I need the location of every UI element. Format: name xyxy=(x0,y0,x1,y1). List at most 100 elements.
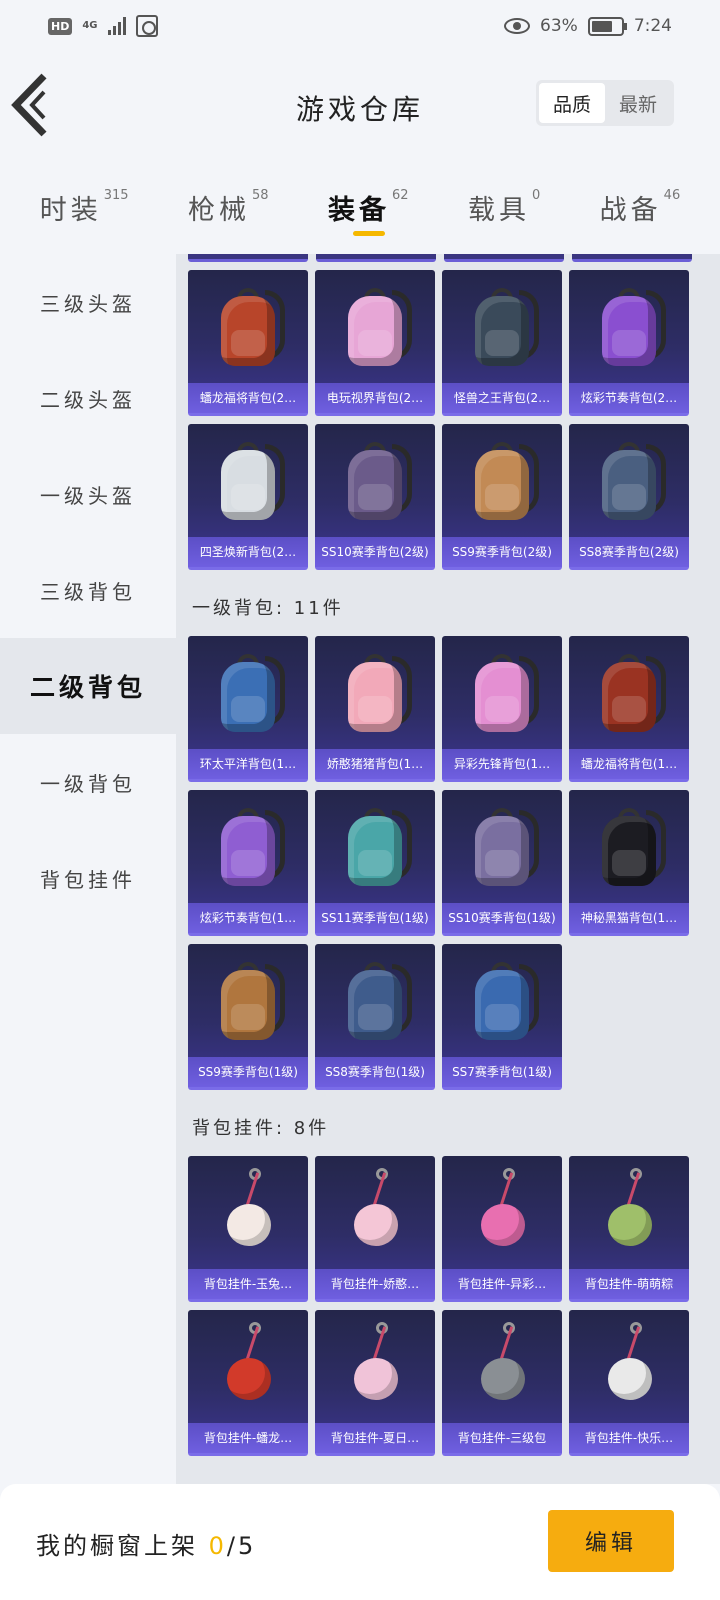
item-name: SS7赛季背包(1级) xyxy=(442,1057,562,1087)
item-card[interactable]: 神秘黑猫背包(1… xyxy=(569,790,689,936)
item-card[interactable]: SS9赛季背包(2级) xyxy=(442,424,562,570)
item-name: 炫彩节奏背包(1… xyxy=(188,903,308,933)
level1-backpack-grid: 环太平洋背包(1… 娇憨猪猪背包(1… 异彩先锋背包(1… 蟠龙福将背包(1… 炫彩节奏… xyxy=(188,636,689,1090)
item-card[interactable]: 背包挂件-娇憨… xyxy=(315,1156,435,1302)
item-card[interactable]: 背包挂件-夏日… xyxy=(315,1310,435,1456)
scrolled-row-stubs xyxy=(188,254,692,262)
card-stub xyxy=(572,254,692,262)
ss11-backpack-icon xyxy=(315,790,435,903)
tab-weapons[interactable]: 枪械 58 xyxy=(188,178,269,248)
item-card[interactable]: SS8赛季背包(2级) xyxy=(569,424,689,570)
item-card[interactable]: 异彩先锋背包(1… xyxy=(442,636,562,782)
item-card[interactable]: 蟠龙福将背包(2… xyxy=(188,270,308,416)
item-card[interactable]: SS8赛季背包(1级) xyxy=(315,944,435,1090)
ss8-backpack-icon xyxy=(315,944,435,1057)
item-card[interactable]: 怪兽之王背包(2… xyxy=(442,270,562,416)
sort-quality-button[interactable]: 品质 xyxy=(539,83,605,123)
tab-label: 时装 xyxy=(39,195,102,226)
item-card[interactable]: 四圣焕新背包(2… xyxy=(188,424,308,570)
item-name: 背包挂件-夏日… xyxy=(315,1423,435,1453)
item-card[interactable]: 蟠龙福将背包(1… xyxy=(569,636,689,782)
sidebar-item-level3-helmet[interactable]: 三级头盔 xyxy=(0,254,176,350)
dragon-backpack-icon xyxy=(188,270,308,383)
item-name: 蟠龙福将背包(2… xyxy=(188,383,308,413)
tab-label: 装备 xyxy=(327,195,390,226)
item-card[interactable]: SS10赛季背包(2级) xyxy=(315,424,435,570)
app-notification-icon xyxy=(135,15,158,37)
ss9-backpack-icon xyxy=(188,944,308,1057)
item-card[interactable]: 炫彩节奏背包(1… xyxy=(188,790,308,936)
item-card[interactable]: SS9赛季背包(1级) xyxy=(188,944,308,1090)
tab-vehicles[interactable]: 载具 0 xyxy=(468,178,540,248)
section-header-charms: 背包挂件: 8件 xyxy=(192,1114,329,1140)
status-bar: HD 4G 63% 7:24 xyxy=(0,0,720,52)
item-name: 背包挂件-异彩… xyxy=(442,1269,562,1299)
tab-label: 枪械 xyxy=(187,195,250,226)
section-count: : 11件 xyxy=(276,598,344,619)
sort-latest-button[interactable]: 最新 xyxy=(605,83,671,123)
clock: 7:24 xyxy=(633,16,672,36)
card-stub xyxy=(316,254,436,262)
item-list[interactable]: 蟠龙福将背包(2… 电玩视界背包(2… 怪兽之王背包(2… 炫彩节奏背包(2… 四圣焕新… xyxy=(176,254,720,1484)
tab-equipment[interactable]: 装备 62 xyxy=(328,178,409,248)
item-card[interactable]: SS10赛季背包(1级) xyxy=(442,790,562,936)
category-tabs: 时装 315 枪械 58 装备 62 载具 0 战备 46 xyxy=(0,178,720,248)
item-card[interactable]: 背包挂件-快乐… xyxy=(569,1310,689,1456)
sidebar-item-level1-helmet[interactable]: 一级头盔 xyxy=(0,446,176,542)
item-card[interactable]: 背包挂件-萌萌粽 xyxy=(569,1156,689,1302)
rhythm-backpack-icon xyxy=(188,790,308,903)
item-card[interactable]: 背包挂件-玉兔… xyxy=(188,1156,308,1302)
item-name: 怪兽之王背包(2… xyxy=(442,383,562,413)
item-name: 娇憨猪猪背包(1… xyxy=(315,749,435,779)
item-card[interactable]: 背包挂件-蟠龙… xyxy=(188,1310,308,1456)
item-name: 背包挂件-玉兔… xyxy=(188,1269,308,1299)
tab-label: 载具 xyxy=(467,195,530,226)
showcase-bar: 我的橱窗上架 0/5 编辑 xyxy=(0,1484,720,1600)
hd-badge: HD xyxy=(48,17,73,35)
showcase-used-count: 0 xyxy=(208,1532,227,1560)
battery-icon xyxy=(587,16,627,36)
sidebar-item-level1-backpack[interactable]: 一级背包 xyxy=(0,734,176,830)
card-stub xyxy=(188,254,308,262)
item-card[interactable]: SS7赛季背包(1级) xyxy=(442,944,562,1090)
item-name: SS8赛季背包(1级) xyxy=(315,1057,435,1087)
tab-count: 315 xyxy=(103,188,129,203)
item-name: SS9赛季背包(2级) xyxy=(442,537,562,567)
item-name: 异彩先锋背包(1… xyxy=(442,749,562,779)
section-header-level1: 一级背包: 11件 xyxy=(192,594,344,620)
vanguard-backpack-icon xyxy=(442,636,562,749)
level2-backpack-grid: 蟠龙福将背包(2… 电玩视界背包(2… 怪兽之王背包(2… 炫彩节奏背包(2… 四圣焕新… xyxy=(188,270,689,570)
ss8-backpack-icon xyxy=(569,424,689,537)
showcase-status: 我的橱窗上架 0/5 xyxy=(36,1526,256,1561)
dragon-charm-icon xyxy=(188,1310,308,1423)
item-name: 蟠龙福将背包(1… xyxy=(569,749,689,779)
ss9-backpack-icon xyxy=(442,424,562,537)
network-label: 4G xyxy=(82,20,98,31)
item-card[interactable]: 背包挂件-异彩… xyxy=(442,1156,562,1302)
backpack-charm-icon xyxy=(442,1310,562,1423)
item-card[interactable]: 背包挂件-三级包 xyxy=(442,1310,562,1456)
item-card[interactable]: 电玩视界背包(2… xyxy=(315,270,435,416)
sidebar-item-level2-backpack[interactable]: 二级背包 xyxy=(0,638,176,734)
charm-grid: 背包挂件-玉兔… 背包挂件-娇憨… 背包挂件-异彩… 背包挂件-萌萌粽背包挂件-蟠龙…… xyxy=(188,1156,689,1456)
sidebar-item-level2-helmet[interactable]: 二级头盔 xyxy=(0,350,176,446)
item-card[interactable]: 环太平洋背包(1… xyxy=(188,636,308,782)
edit-button[interactable]: 编辑 xyxy=(548,1510,674,1572)
white-backpack-icon xyxy=(188,424,308,537)
pacific-backpack-icon xyxy=(188,636,308,749)
tab-fashion[interactable]: 时装 315 xyxy=(40,178,129,248)
item-card[interactable]: 娇憨猪猪背包(1… xyxy=(315,636,435,782)
piggy-backpack-icon xyxy=(315,636,435,749)
sidebar-item-level3-backpack[interactable]: 三级背包 xyxy=(0,542,176,638)
showcase-total: /5 xyxy=(226,1532,257,1560)
item-card[interactable]: SS11赛季背包(1级) xyxy=(315,790,435,936)
sidebar-item-backpack-charm[interactable]: 背包挂件 xyxy=(0,830,176,926)
dragon-backpack-icon xyxy=(569,636,689,749)
tab-count: 62 xyxy=(391,188,409,203)
item-card[interactable]: 炫彩节奏背包(2… xyxy=(569,270,689,416)
ss7-backpack-icon xyxy=(442,944,562,1057)
showcase-label: 我的橱窗上架 xyxy=(36,1532,198,1560)
battery-percent: 63% xyxy=(540,16,578,36)
tab-supplies[interactable]: 战备 46 xyxy=(600,178,681,248)
item-name: 背包挂件-三级包 xyxy=(442,1423,562,1453)
